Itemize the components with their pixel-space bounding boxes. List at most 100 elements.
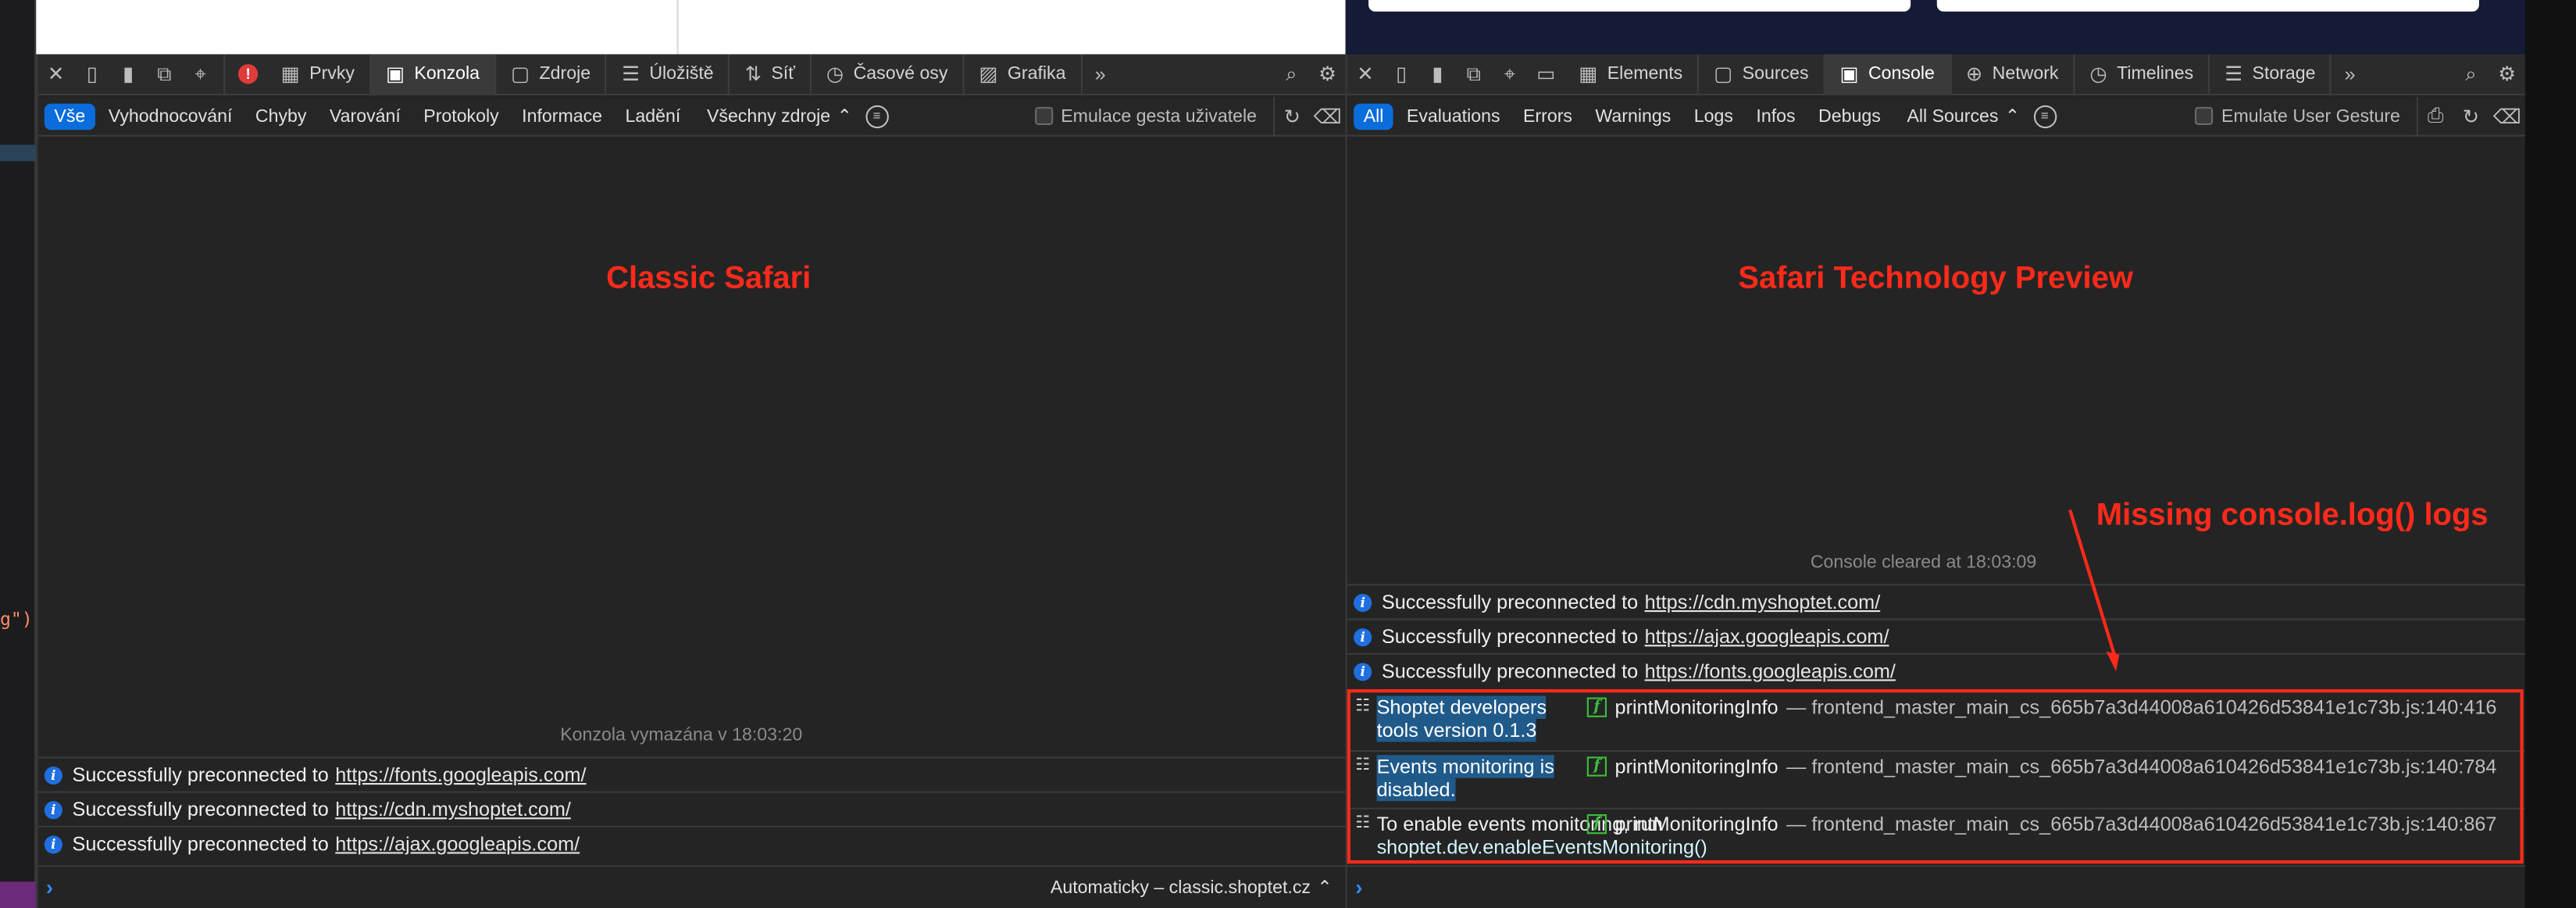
user-gesture-toggle[interactable]: Emulace gesta uživatele <box>1034 106 1257 126</box>
dock-right-icon[interactable]: ▮ <box>110 53 146 95</box>
preview-page-content <box>1345 0 2525 55</box>
timelines-icon: ◷ <box>2089 62 2107 86</box>
filter-varovani[interactable]: Varování <box>319 103 410 130</box>
execution-context-select[interactable]: Automaticky – classic.shoptet.cz ⌃ <box>1051 877 1333 898</box>
info-icon: i <box>44 765 62 785</box>
filter-infos[interactable]: Infos <box>1746 103 1805 130</box>
log-row: i Successfully preconnected to https://aja… <box>1347 618 2525 653</box>
timelines-icon: ◷ <box>826 62 844 86</box>
more-tabs-icon[interactable]: » <box>2332 53 2368 95</box>
annotation-preview: Safari Technology Preview <box>1738 261 2133 296</box>
element-picker-icon[interactable]: ⌖ <box>1492 53 1528 95</box>
storage-icon: ☰ <box>2225 62 2242 86</box>
reload-icon[interactable]: ↻ <box>2453 96 2489 136</box>
source-select[interactable]: Všechny zdroje ⌃ <box>707 105 852 127</box>
tab-console[interactable]: ▣ Console <box>1825 53 1951 95</box>
annotation-classic: Classic Safari <box>606 261 812 296</box>
page-card <box>1936 0 2479 12</box>
console-icon: ▣ <box>1839 62 1859 86</box>
filter-logs[interactable]: Logs <box>1684 103 1743 130</box>
log-row: i Successfully preconnected to https://aja… <box>37 825 1346 860</box>
console-prompt[interactable]: › <box>1347 865 2525 908</box>
classic-filter-bar: Vše Vyhodnocování Chyby Varování Protoko… <box>37 96 1346 137</box>
dock-strip <box>0 881 37 908</box>
tab-casove-osy[interactable]: ◷ Časové osy <box>812 53 965 95</box>
tab-elements[interactable]: ▦ Elements <box>1564 53 1700 95</box>
filter-all[interactable]: All <box>1354 102 1394 130</box>
detach-window-icon[interactable]: ⧉ <box>146 53 182 95</box>
tab-grafika[interactable]: ▨ Grafika <box>965 53 1083 95</box>
filter-warnings[interactable]: Warnings <box>1586 103 1681 130</box>
network-icon: ⇅ <box>744 62 762 86</box>
error-badge-icon[interactable]: ! <box>230 53 266 95</box>
search-icon[interactable]: ⌕ <box>1273 53 1309 95</box>
checkbox[interactable] <box>1034 106 1053 125</box>
dock-left-icon[interactable]: ▯ <box>1383 53 1419 95</box>
filter-informace[interactable]: Informace <box>512 103 612 130</box>
log-row: i Successfully preconnected to https://fon… <box>1347 652 2525 688</box>
log-link[interactable]: https://fonts.googleapis.com/ <box>335 763 586 786</box>
tab-konzola[interactable]: ▣ Konzola <box>371 53 497 95</box>
filter-chyby[interactable]: Chyby <box>245 103 316 130</box>
chevron-updown-icon: ⌃ <box>2004 106 2021 127</box>
filter-debugs[interactable]: Debugs <box>1808 103 1890 130</box>
more-tabs-icon[interactable]: » <box>1083 53 1119 95</box>
tab-uloziste[interactable]: ☰ Úložiště <box>607 53 730 95</box>
trash-icon[interactable]: ⌫ <box>2489 96 2524 136</box>
reload-icon[interactable]: ↻ <box>1273 96 1309 136</box>
filter-options-icon[interactable]: ≡ <box>2033 104 2057 128</box>
info-icon: i <box>1354 627 1372 646</box>
detach-window-icon[interactable]: ⧉ <box>1456 53 1492 95</box>
dock-left-icon[interactable]: ▯ <box>74 53 110 95</box>
close-icon[interactable]: ✕ <box>37 53 73 95</box>
log-link[interactable]: https://fonts.googleapis.com/ <box>1645 660 1896 682</box>
missing-logs-highlight-box <box>1347 689 2524 864</box>
user-gesture-toggle[interactable]: Emulate User Gesture <box>2195 106 2400 126</box>
close-icon[interactable]: ✕ <box>1347 53 1383 95</box>
gear-icon[interactable]: ⚙ <box>1309 53 1345 95</box>
snapshot-icon[interactable]: ⎙ <box>2416 96 2453 136</box>
tab-storage[interactable]: ☰ Storage <box>2210 53 2332 95</box>
graphics-icon: ▨ <box>979 62 998 86</box>
info-icon: i <box>44 800 62 819</box>
search-icon[interactable]: ⌕ <box>2453 53 2489 95</box>
tab-sources[interactable]: ▢ Sources <box>1699 53 1825 95</box>
source-select[interactable]: All Sources ⌃ <box>1907 105 2020 127</box>
tab-sit[interactable]: ⇅ Síť <box>730 53 812 95</box>
filter-vse[interactable]: Vše <box>44 102 95 130</box>
annotation-missing-logs: Missing console.log() logs <box>2096 498 2489 534</box>
preview-filter-bar: All Evaluations Errors Warnings Logs Inf… <box>1347 96 2525 137</box>
device-icon[interactable]: ▭ <box>1528 53 1564 95</box>
info-icon: i <box>1354 592 1372 612</box>
dock-right-icon[interactable]: ▮ <box>1419 53 1455 95</box>
console-prompt[interactable]: › Automaticky – classic.shoptet.cz ⌃ <box>37 865 1346 908</box>
log-row: i Successfully preconnected to https://cdn… <box>1347 584 2525 618</box>
console-cleared-label: Console cleared at 18:03:09 <box>1810 552 2037 573</box>
prompt-chevron-icon: › <box>45 874 54 900</box>
log-link[interactable]: https://cdn.myshoptet.com/ <box>335 798 571 820</box>
log-link[interactable]: https://ajax.googleapis.com/ <box>335 832 580 855</box>
tab-timelines[interactable]: ◷ Timelines <box>2075 53 2210 95</box>
gear-icon[interactable]: ⚙ <box>2489 53 2524 95</box>
trash-icon[interactable]: ⌫ <box>1309 96 1345 136</box>
element-picker-icon[interactable]: ⌖ <box>182 53 218 95</box>
tab-zdroje[interactable]: ▢ Zdroje <box>496 53 608 95</box>
tab-prvky[interactable]: ▦ Prvky <box>266 53 372 95</box>
sources-icon: ▢ <box>511 62 530 86</box>
window-edge <box>2524 0 2576 908</box>
log-link[interactable]: https://cdn.myshoptet.com/ <box>1645 591 1881 613</box>
chevron-updown-icon: ⌃ <box>837 106 852 127</box>
filter-protokoly[interactable]: Protokoly <box>414 103 509 130</box>
filter-options-icon[interactable]: ≡ <box>865 104 889 128</box>
tab-network[interactable]: ⊕ Network <box>1951 53 2075 95</box>
filter-vyhodnocovani[interactable]: Vyhodnocování <box>98 103 242 130</box>
classic-tab-bar: ✕ ▯ ▮ ⧉ ⌖ ! ▦ Prvky ▣ Konzola ▢ Zdroje ☰ Úlo… <box>37 53 1346 96</box>
filter-evaluations[interactable]: Evaluations <box>1397 103 1510 130</box>
filter-errors[interactable]: Errors <box>1513 103 1582 130</box>
filter-ladeni[interactable]: Ladění <box>615 103 690 130</box>
prompt-chevron-icon: › <box>1355 874 1363 900</box>
checkbox[interactable] <box>2195 106 2214 125</box>
network-icon: ⊕ <box>1965 62 1982 86</box>
log-link[interactable]: https://ajax.googleapis.com/ <box>1645 625 1889 648</box>
elements-icon: ▦ <box>280 62 300 86</box>
